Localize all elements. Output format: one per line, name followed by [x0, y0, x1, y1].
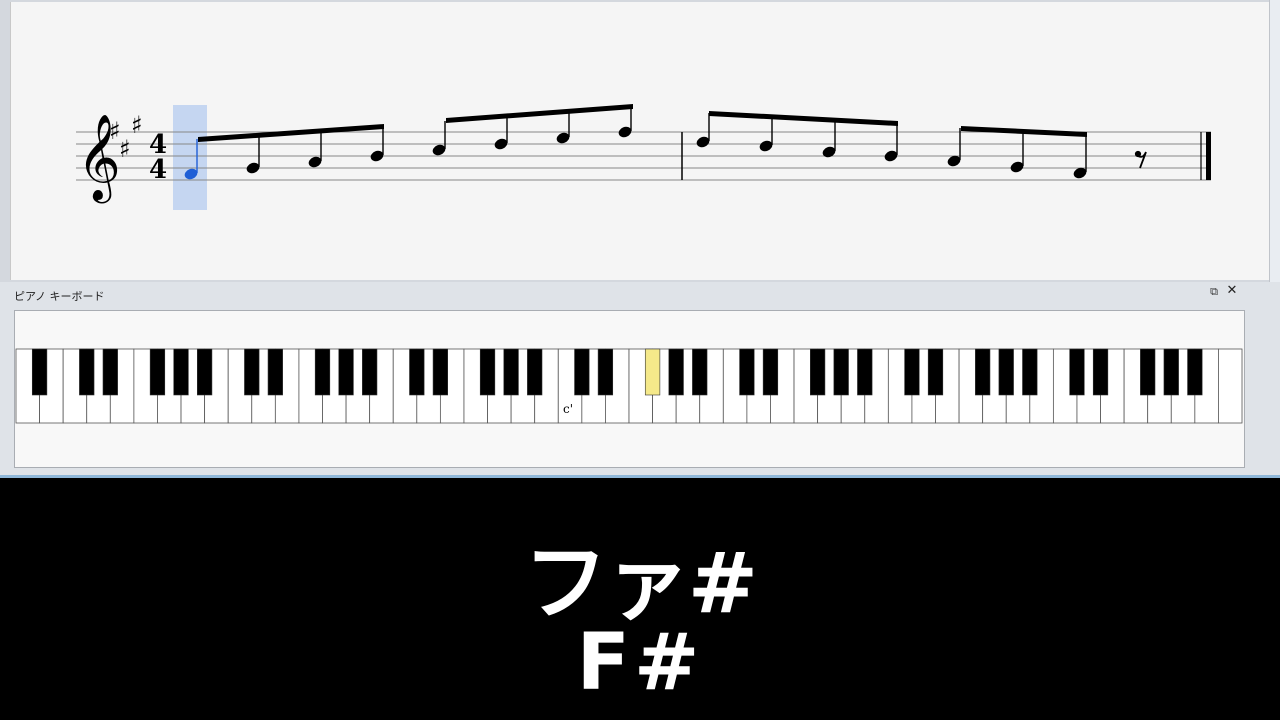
score-view[interactable]: 𝄞 ♯ ♯ ♯ 4 4 — [0, 0, 1280, 282]
black-key[interactable] — [1022, 348, 1038, 396]
black-key[interactable] — [267, 348, 283, 396]
svg-text:♯: ♯ — [119, 135, 131, 163]
close-icon[interactable]: ✕ — [1226, 284, 1238, 297]
black-key[interactable] — [668, 348, 684, 396]
black-key[interactable] — [1092, 348, 1109, 396]
black-key[interactable] — [409, 348, 425, 396]
staff-lines — [76, 131, 1211, 181]
highlighted-black-key[interactable] — [644, 348, 661, 396]
time-signature: 4 4 — [149, 130, 167, 185]
black-key[interactable] — [833, 348, 849, 396]
black-key[interactable] — [362, 348, 378, 396]
black-key[interactable] — [244, 348, 260, 396]
undock-icon[interactable]: ⧉ — [1208, 286, 1220, 298]
score-notation[interactable]: 𝄞 ♯ ♯ ♯ 4 4 — [11, 2, 1269, 280]
black-key[interactable] — [527, 348, 543, 396]
black-key[interactable] — [149, 348, 166, 396]
black-key[interactable] — [102, 348, 118, 396]
svg-text:4: 4 — [149, 155, 167, 185]
black-key[interactable] — [975, 348, 991, 396]
piano-keyboard-panel: ピアノ キーボード ⧉ ✕ c' — [0, 282, 1280, 478]
black-key[interactable] — [597, 348, 614, 396]
score-page[interactable]: 𝄞 ♯ ♯ ♯ 4 4 — [10, 2, 1270, 280]
eighth-rest — [1134, 150, 1147, 169]
black-key[interactable] — [810, 348, 826, 396]
svg-text:♯: ♯ — [131, 111, 143, 139]
white-key[interactable] — [1218, 348, 1243, 424]
black-key[interactable] — [904, 348, 920, 396]
black-key[interactable] — [574, 348, 590, 396]
black-key[interactable] — [1163, 348, 1179, 396]
beams — [198, 104, 1087, 142]
middle-c-label: c' — [563, 402, 573, 416]
black-key[interactable] — [857, 348, 873, 396]
black-key[interactable] — [503, 348, 519, 396]
black-key[interactable] — [79, 348, 95, 396]
black-key[interactable] — [173, 348, 189, 396]
black-key[interactable] — [338, 348, 354, 396]
note-name-english: F# — [576, 618, 704, 708]
black-key[interactable] — [479, 348, 496, 396]
black-key[interactable] — [1069, 348, 1085, 396]
final-barline-thick — [1206, 132, 1211, 180]
black-key[interactable] — [432, 348, 448, 396]
black-key[interactable] — [314, 348, 331, 396]
black-key[interactable] — [927, 348, 944, 396]
piano-keyboard[interactable]: c' — [15, 311, 1244, 467]
black-key[interactable] — [762, 348, 779, 396]
black-key[interactable] — [1187, 348, 1203, 396]
black-key[interactable] — [197, 348, 213, 396]
black-key[interactable] — [1140, 348, 1156, 396]
black-key[interactable] — [998, 348, 1014, 396]
vertical-scrollbar[interactable] — [1269, 0, 1280, 282]
black-key[interactable] — [31, 348, 48, 396]
black-key[interactable] — [739, 348, 755, 396]
note-name-display: ファ# F# — [0, 478, 1280, 720]
keyboard-frame: c' — [14, 310, 1245, 468]
panel-title: ピアノ キーボード — [14, 290, 105, 303]
selection-highlight — [173, 105, 207, 210]
black-key[interactable] — [692, 348, 708, 396]
